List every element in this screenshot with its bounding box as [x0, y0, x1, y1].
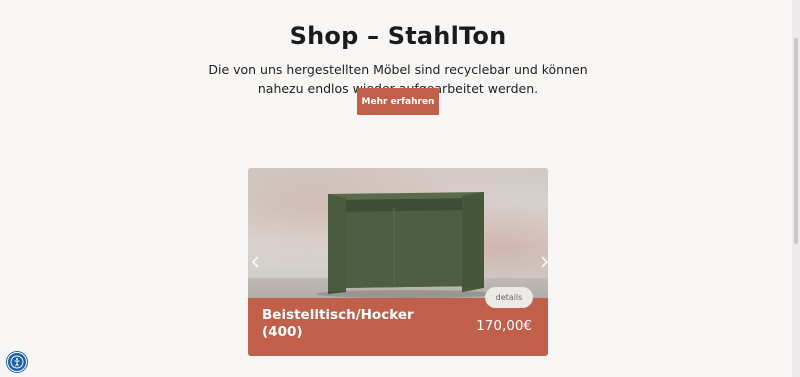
intro-line-1: Die von uns hergestellten Möbel sind rec… [208, 61, 588, 77]
details-button[interactable]: details [485, 287, 533, 308]
page: Shop – StahlTon Die von uns hergestellte… [0, 0, 800, 377]
page-title: Shop – StahlTon [289, 22, 507, 51]
product-image [248, 168, 548, 298]
product-name: Beistelltisch/Hocker (400) [262, 307, 414, 340]
learn-more-button[interactable]: Mehr erfahren [357, 88, 439, 115]
scrollbar-thumb[interactable] [794, 38, 798, 244]
scrollbar[interactable] [792, 0, 800, 377]
product-card: details Beistelltisch/Hocker (400) 170,0… [248, 168, 548, 356]
product-price: 170,00€ [476, 318, 532, 334]
chevron-left-icon[interactable] [248, 254, 264, 270]
side-table-image [316, 192, 496, 298]
chevron-right-icon[interactable] [536, 254, 548, 270]
accessibility-icon[interactable] [7, 352, 27, 372]
